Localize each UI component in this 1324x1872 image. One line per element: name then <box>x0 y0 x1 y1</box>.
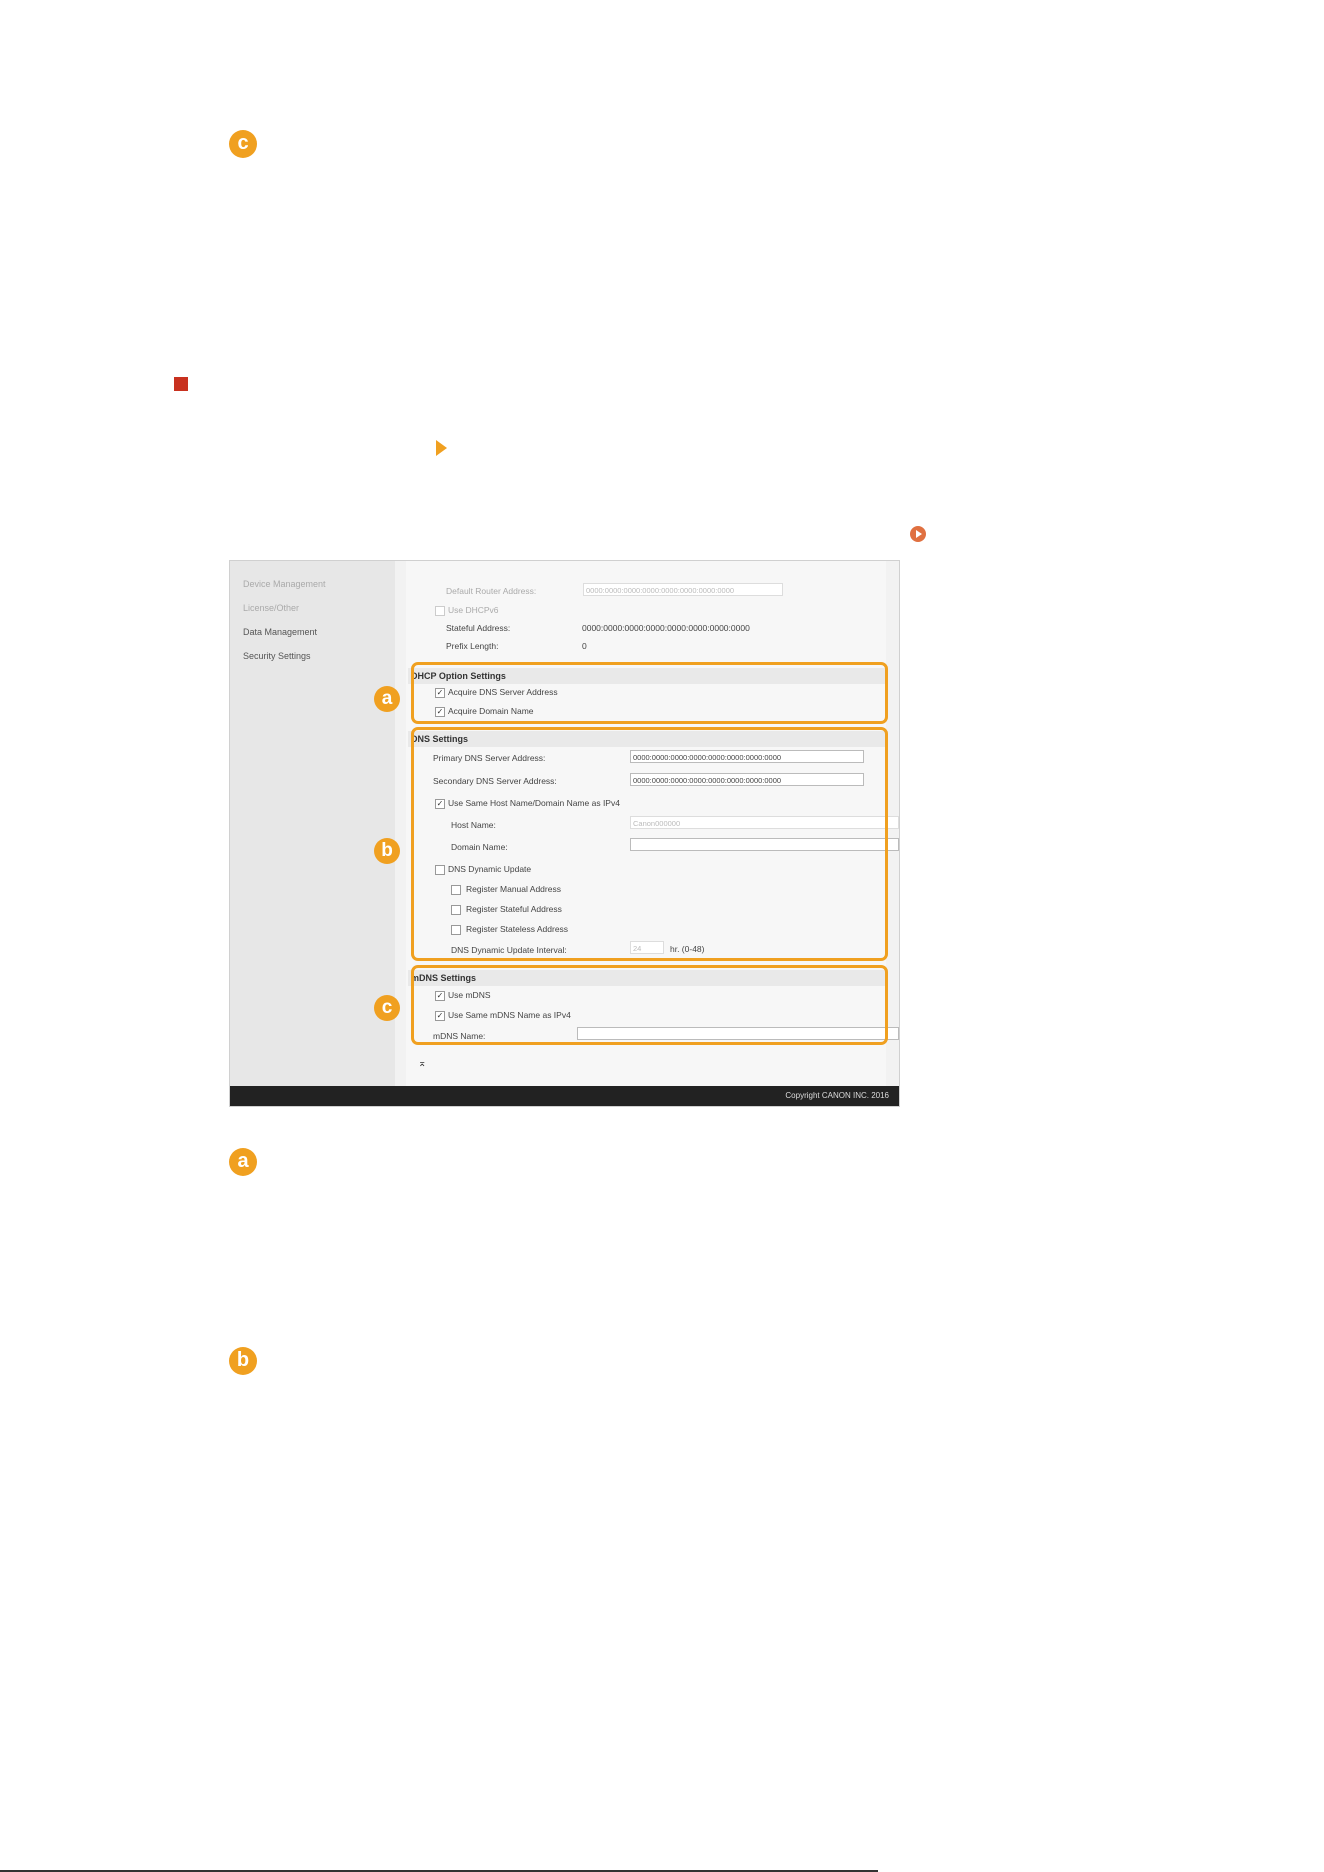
highlight-b-frame <box>411 727 888 961</box>
stateful-address-label: Stateful Address: <box>446 623 511 633</box>
use-dhcpv6-label: Use DHCPv6 <box>448 605 499 615</box>
default-router-label: Default Router Address: <box>446 586 537 596</box>
callout-b-icon: b <box>374 838 400 864</box>
callout-a-icon: a <box>374 686 400 712</box>
copyright-text: Copyright CANON INC. 2016 <box>785 1091 889 1100</box>
use-dhcpv6-checkbox[interactable] <box>435 606 445 616</box>
sidebar-item-device-management[interactable]: Device Management <box>243 579 326 589</box>
sidebar-item-data-management[interactable]: Data Management <box>243 627 317 637</box>
callout-c-icon: c <box>374 995 400 1021</box>
default-router-field[interactable]: 0000:0000:0000:0000:0000:0000:0000:0000 <box>583 583 783 596</box>
arrow-right-icon <box>436 440 447 456</box>
stateful-address-value: 0000:0000:0000:0000:0000:0000:0000:0000 <box>582 623 750 633</box>
sidebar: Device Management License/Other Data Man… <box>230 561 395 1086</box>
remote-ui-screenshot: Device Management License/Other Data Man… <box>229 560 900 1107</box>
prefix-length-value: 0 <box>582 641 587 651</box>
page-top-link-icon[interactable]: ⌅ <box>418 1058 426 1069</box>
section-marker-icon <box>174 377 188 391</box>
prefix-length-label: Prefix Length: <box>446 641 499 651</box>
footer-bar: Copyright CANON INC. 2016 <box>230 1086 899 1106</box>
link-arrow-icon[interactable] <box>910 526 926 542</box>
highlight-c-frame <box>411 965 888 1045</box>
callout-a-icon: a <box>229 1148 257 1176</box>
sidebar-item-license-other[interactable]: License/Other <box>243 603 299 613</box>
highlight-a-frame <box>411 662 888 724</box>
sidebar-item-security-settings[interactable]: Security Settings <box>243 651 311 661</box>
callout-b-icon: b <box>229 1347 257 1375</box>
callout-c-icon: c <box>229 130 257 158</box>
